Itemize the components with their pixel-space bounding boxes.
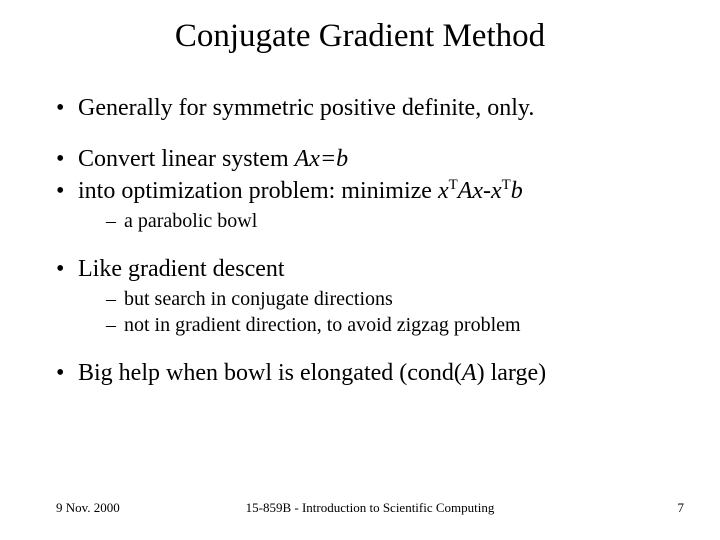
bullet-item: Like gradient descent but search in conj… bbox=[56, 254, 690, 338]
bullet-text: Big help when bowl is elongated (cond( bbox=[78, 360, 462, 386]
bullet-text: Generally for symmetric positive definit… bbox=[78, 95, 534, 121]
slide-number: 7 bbox=[678, 500, 685, 516]
bullet-item: into optimization problem: minimize xTAx… bbox=[56, 176, 690, 234]
sub-bullet-item: but search in conjugate directions bbox=[106, 287, 690, 312]
math-sup: T bbox=[502, 177, 511, 193]
footer-date: 9 Nov. 2000 bbox=[56, 500, 120, 516]
sub-bullet-list: a parabolic bowl bbox=[78, 209, 690, 234]
sub-bullet-item: not in gradient direction, to avoid zigz… bbox=[106, 313, 690, 338]
bullet-item: Big help when bowl is elongated (cond(A)… bbox=[56, 358, 690, 389]
math-expr: Ax=b bbox=[295, 146, 349, 172]
bullet-item: Generally for symmetric positive definit… bbox=[56, 93, 690, 124]
bullet-text: Convert linear system bbox=[78, 146, 295, 172]
sub-bullet-text: but search in conjugate directions bbox=[124, 288, 393, 310]
math-var: A bbox=[462, 360, 477, 386]
math-var: x bbox=[438, 178, 449, 204]
bullet-list: Generally for symmetric positive definit… bbox=[56, 93, 690, 389]
bullet-text: ) large) bbox=[477, 360, 547, 386]
math-var: b bbox=[511, 178, 523, 204]
math-expr: xTAx-xTb bbox=[438, 178, 523, 204]
bullet-text: Like gradient descent bbox=[78, 256, 285, 282]
slide: Conjugate Gradient Method Generally for … bbox=[0, 0, 720, 540]
bullet-item: Convert linear system Ax=b bbox=[56, 144, 690, 175]
math-sup: T bbox=[449, 177, 458, 193]
sub-bullet-text: a parabolic bowl bbox=[124, 210, 257, 232]
sub-bullet-item: a parabolic bowl bbox=[106, 209, 690, 234]
slide-body: Generally for symmetric positive definit… bbox=[0, 93, 720, 389]
math-var: Ax-x bbox=[458, 178, 502, 204]
slide-title: Conjugate Gradient Method bbox=[0, 18, 720, 73]
sub-bullet-text: not in gradient direction, to avoid zigz… bbox=[124, 314, 521, 336]
bullet-text: into optimization problem: minimize bbox=[78, 178, 438, 204]
footer-course: 15-859B - Introduction to Scientific Com… bbox=[56, 500, 684, 516]
sub-bullet-list: but search in conjugate directions not i… bbox=[78, 287, 690, 338]
footer: 9 Nov. 2000 15-859B - Introduction to Sc… bbox=[0, 500, 720, 516]
